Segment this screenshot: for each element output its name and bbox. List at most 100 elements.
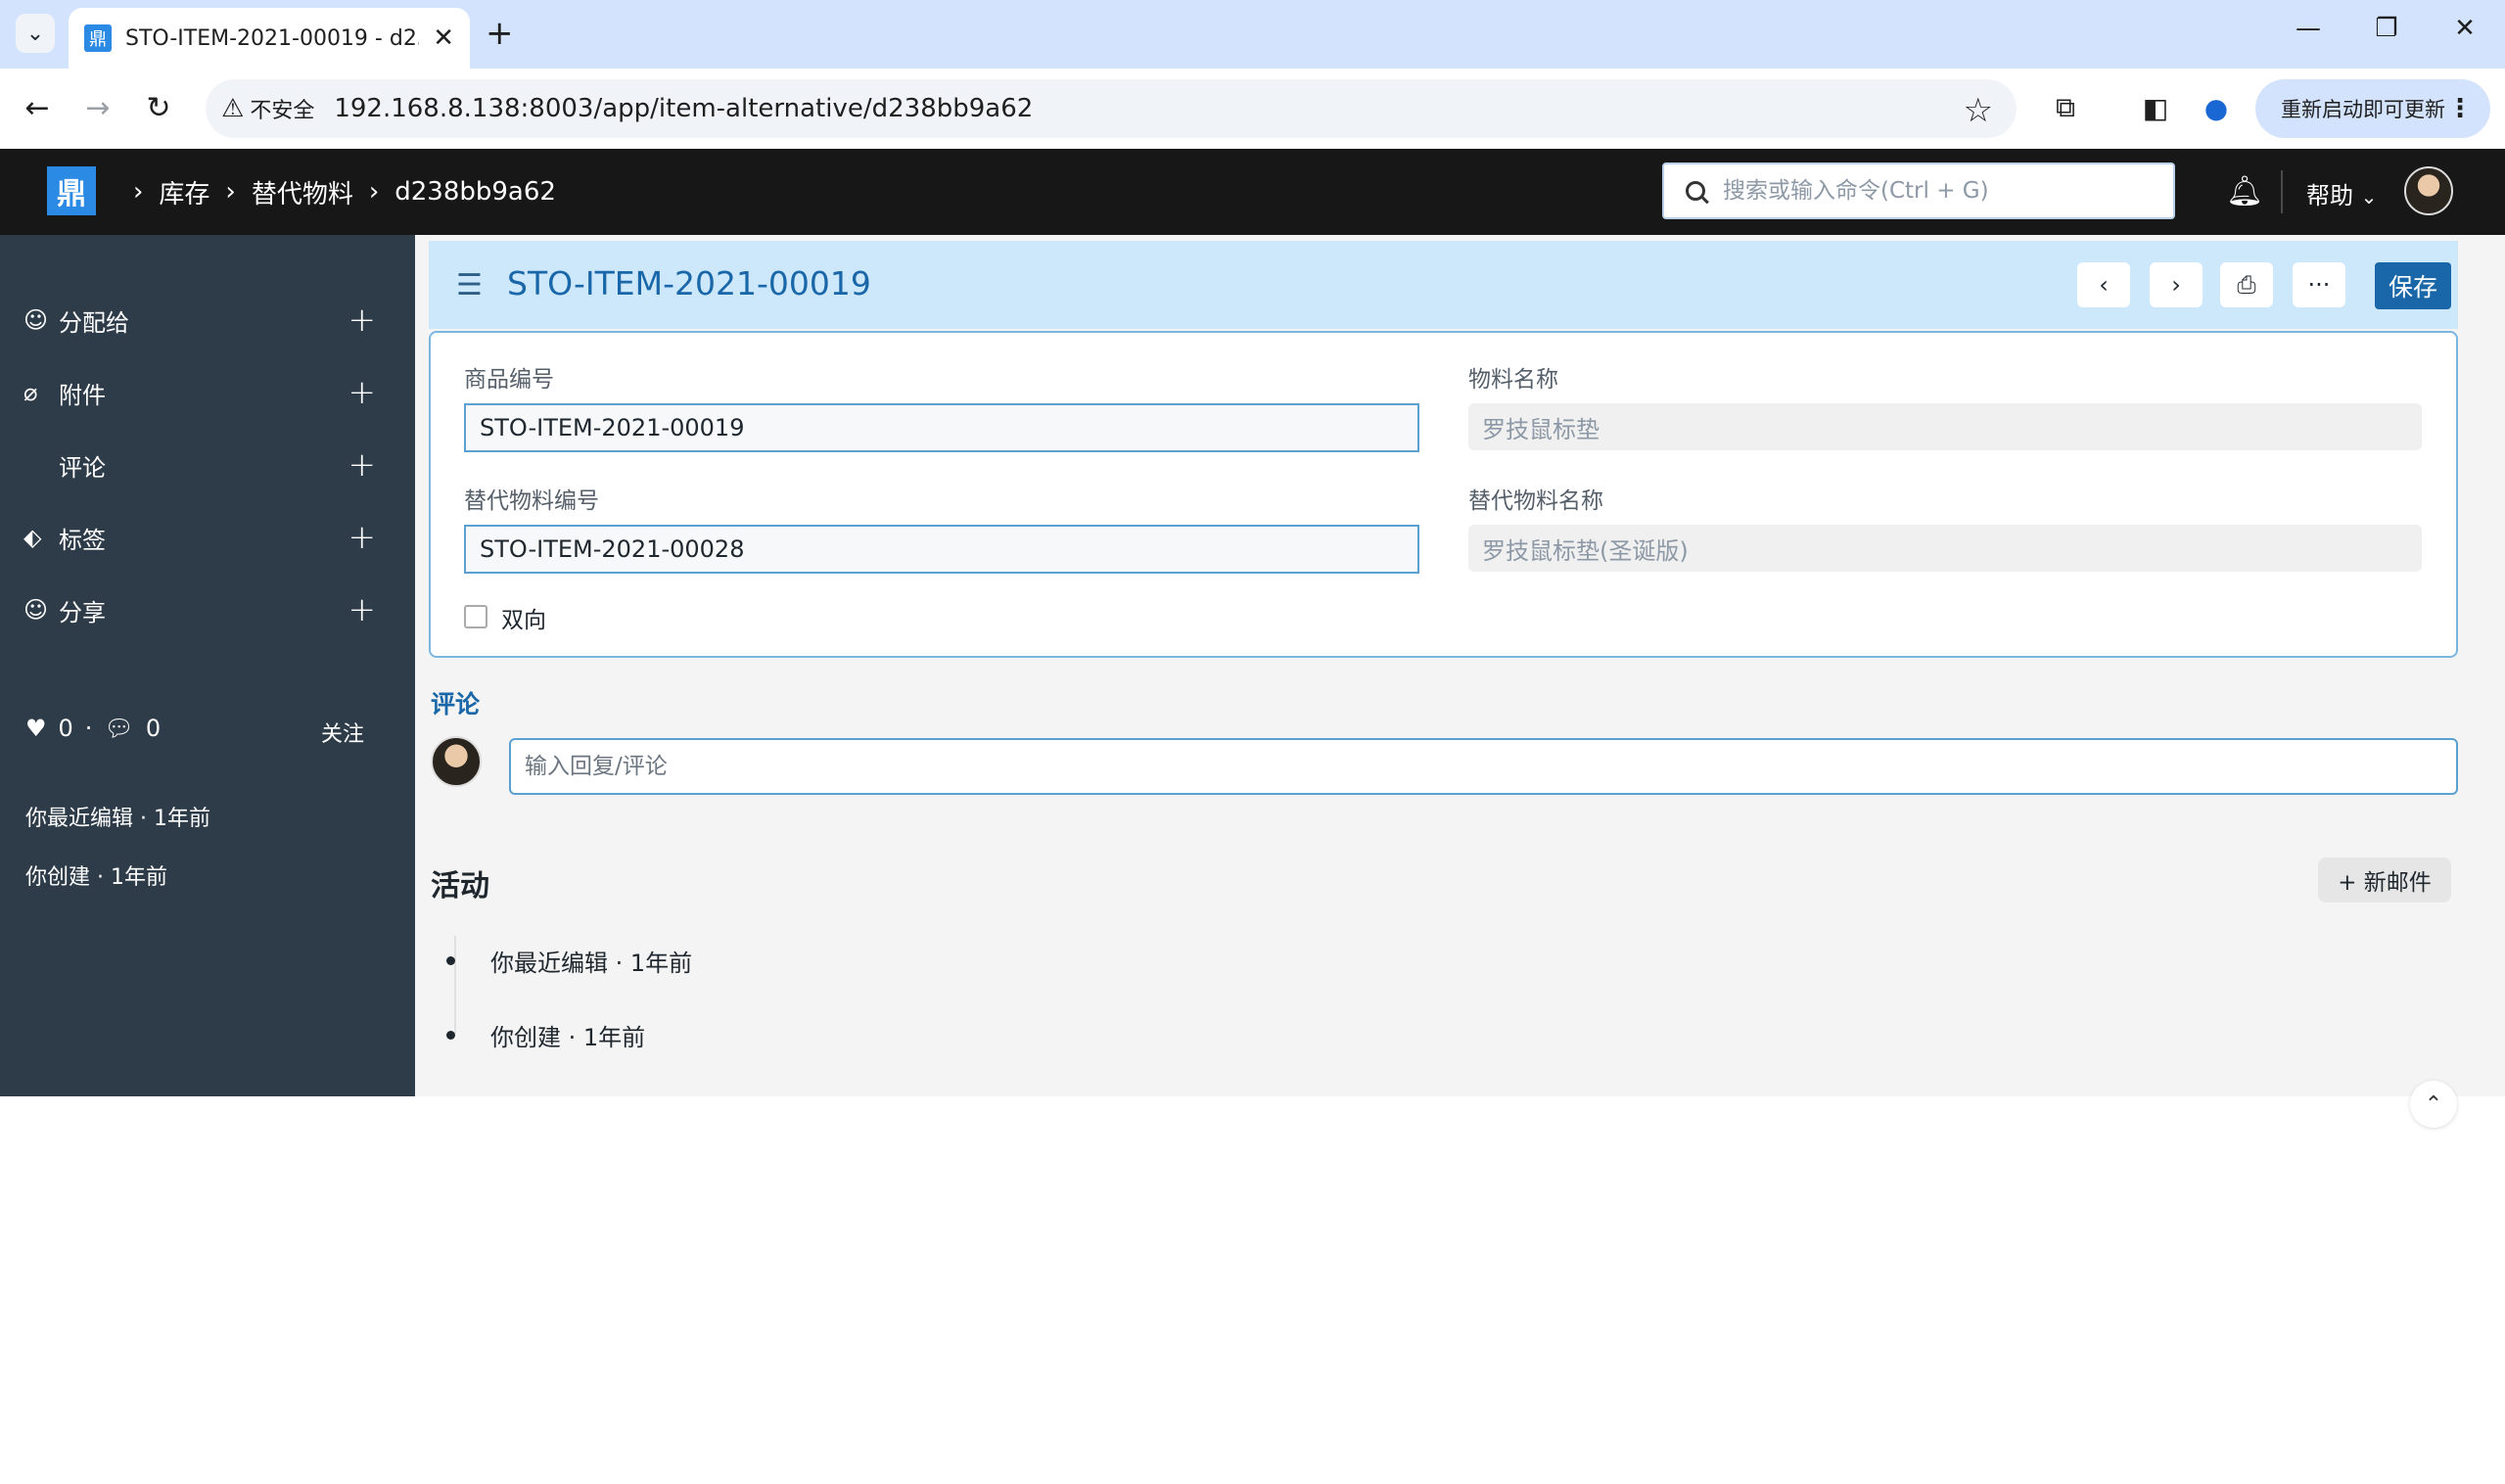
window-close-icon[interactable]: ✕ <box>2435 14 2494 43</box>
print-button[interactable]: ⎙ <box>2220 262 2273 307</box>
likes-comments-count: ♥ 0 · 💬︎ 0 <box>25 715 161 742</box>
comment-count: 0 <box>145 715 162 742</box>
sidebar-item-tags[interactable]: ⬖ 标签 + <box>23 513 376 562</box>
side-panel-icon[interactable]: ◧ <box>2136 88 2175 127</box>
awesome-bar[interactable] <box>1662 162 2175 219</box>
sidebar-item-label: 评论 <box>59 453 106 482</box>
breadcrumb-current[interactable]: d238bb9a62 <box>394 177 556 207</box>
minimize-icon[interactable]: — <box>2279 14 2338 43</box>
warning-triangle-icon: ⚠ <box>221 94 245 123</box>
sidebar-item-comments[interactable]: 评论 + <box>23 441 376 489</box>
two-way-label: 双向 <box>501 608 546 633</box>
chevron-right-icon: › <box>133 177 144 207</box>
scroll-to-top-button[interactable]: ⌃ <box>2410 1081 2457 1128</box>
plus-icon[interactable]: + <box>348 301 377 340</box>
main-content: ☰ STO-ITEM-2021-00019 ‹ › ⎙ ··· 保存 商品编号 … <box>415 235 2505 1096</box>
update-label: 重新启动即可更新 <box>2281 98 2445 121</box>
more-label: ··· <box>2307 271 2331 299</box>
plus-icon[interactable]: + <box>348 518 377 557</box>
like-count: 0 <box>58 715 73 742</box>
chevron-left-icon: ‹ <box>2099 271 2109 299</box>
forward-arrow-icon[interactable]: → <box>76 86 119 129</box>
chevron-up-icon: ⌃ <box>2424 1091 2443 1117</box>
alt-code-label: 替代物料编号 <box>464 488 599 514</box>
more-actions-button[interactable]: ··· <box>2293 262 2345 307</box>
separator-dot: · <box>84 715 93 742</box>
sidebar-item-label: 附件 <box>59 381 106 409</box>
plus-icon[interactable]: + <box>348 373 377 412</box>
chevron-down-icon: ⌄ <box>25 21 45 46</box>
timeline-item: 你创建 · 1年前 <box>446 1018 645 1052</box>
heart-icon[interactable]: ♥ <box>25 715 47 742</box>
item-name-label: 物料名称 <box>1468 367 1558 393</box>
form-sidebar: ☺ 分配给 + ⌀ 附件 + 评论 + ⬖ 标签 + ☺ 分享 + ♥ 0 · … <box>0 235 415 1096</box>
browser-toolbar: ← → ↻ ⚠ 不安全 192.168.8.138:8003/app/item-… <box>0 69 2505 149</box>
sidebar-item-share[interactable]: ☺ 分享 + <box>23 585 376 634</box>
close-icon[interactable]: ✕ <box>433 23 454 53</box>
new-email-button[interactable]: + 新邮件 <box>2318 858 2451 903</box>
chevron-right-icon: › <box>368 177 380 207</box>
profile-icon[interactable]: ● <box>2197 88 2236 127</box>
comment-avatar <box>431 736 482 787</box>
breadcrumb-item-alternative[interactable]: 替代物料 <box>252 174 353 210</box>
chevron-down-icon: ⌄ <box>2360 185 2378 209</box>
chevron-right-icon: › <box>225 177 236 207</box>
restore-icon[interactable]: ❐ <box>2357 14 2416 43</box>
app-navbar: 鼎 › 库存 › 替代物料 › d238bb9a62 🔔︎ 帮助 ⌄ <box>0 149 2505 235</box>
security-label: 不安全 <box>250 99 315 123</box>
printer-icon: ⎙ <box>2237 271 2256 299</box>
navbar-divider <box>2281 170 2283 213</box>
page-header: ☰ STO-ITEM-2021-00019 ‹ › ⎙ ··· 保存 <box>429 241 2458 329</box>
alt-name-field: 罗技鼠标垫(圣诞版) <box>1468 525 2422 572</box>
new-tab-button[interactable]: + <box>486 16 514 51</box>
extensions-puzzle-icon[interactable]: ⧉ <box>2046 88 2085 127</box>
alt-code-input[interactable] <box>464 525 1419 574</box>
url-text[interactable]: 192.168.8.138:8003/app/item-alternative/… <box>334 94 1033 123</box>
tag-icon: ⬖ <box>23 524 42 551</box>
sidebar-item-label: 分配给 <box>59 308 129 337</box>
user-circle-icon: ☺ <box>23 306 49 334</box>
reload-icon[interactable]: ↻ <box>137 86 180 129</box>
user-avatar[interactable] <box>2404 166 2453 215</box>
follow-link[interactable]: 关注 <box>321 717 364 748</box>
search-input[interactable] <box>1723 178 2154 204</box>
security-indicator[interactable]: ⚠ 不安全 <box>221 93 314 124</box>
item-code-input[interactable] <box>464 403 1419 452</box>
help-dropdown[interactable]: 帮助 ⌄ <box>2306 176 2377 210</box>
share-user-icon: ☺ <box>23 596 49 624</box>
sidebar-item-label: 标签 <box>59 526 106 554</box>
sidebar-item-attachments[interactable]: ⌀ 附件 + <box>23 368 376 417</box>
browser-tab-active[interactable]: 鼎 STO-ITEM-2021-00019 - d238 ✕ <box>69 8 470 69</box>
created-text: 你创建 · 1年前 <box>25 865 167 890</box>
save-button[interactable]: 保存 <box>2375 262 2451 309</box>
prev-record-button[interactable]: ‹ <box>2077 262 2130 307</box>
notification-bell-icon[interactable]: 🔔︎ <box>2226 174 2263 209</box>
bookmark-star-icon[interactable]: ☆ <box>1964 91 1993 130</box>
kebab-menu-icon[interactable]: ⋮ <box>2447 94 2473 123</box>
breadcrumb-stock[interactable]: 库存 <box>159 174 209 210</box>
next-record-button[interactable]: › <box>2150 262 2203 307</box>
sidebar-item-label: 分享 <box>59 598 106 626</box>
app-logo-icon[interactable]: 鼎 <box>47 166 96 215</box>
last-edited-text: 你最近编辑 · 1年前 <box>25 807 210 831</box>
search-icon <box>1686 181 1705 201</box>
page-title: STO-ITEM-2021-00019 <box>507 264 871 302</box>
two-way-checkbox[interactable] <box>464 605 487 628</box>
browser-tab-bar: ⌄ 鼎 STO-ITEM-2021-00019 - d238 ✕ + — ❐ ✕ <box>0 0 2505 69</box>
tab-search-button[interactable]: ⌄ <box>16 14 55 53</box>
address-bar[interactable]: ⚠ 不安全 192.168.8.138:8003/app/item-altern… <box>206 79 2017 138</box>
comment-input[interactable] <box>509 738 2458 795</box>
timeline-dot <box>446 1031 455 1040</box>
paperclip-icon: ⌀ <box>23 379 38 406</box>
plus-icon[interactable]: + <box>348 590 377 629</box>
item-name-field: 罗技鼠标垫 <box>1468 403 2422 450</box>
item-code-label: 商品编号 <box>464 367 554 393</box>
plus-icon[interactable]: + <box>348 445 377 485</box>
help-label: 帮助 <box>2306 182 2353 209</box>
breadcrumb: › 库存 › 替代物料 › d238bb9a62 <box>117 149 556 235</box>
restart-update-button[interactable]: 重新启动即可更新 ⋮ <box>2255 79 2490 138</box>
sidebar-item-assign[interactable]: ☺ 分配给 + <box>23 296 376 345</box>
comment-bubble-icon[interactable]: 💬︎ <box>104 715 133 742</box>
back-arrow-icon[interactable]: ← <box>16 86 59 129</box>
hamburger-menu-icon[interactable]: ☰ <box>456 268 483 302</box>
